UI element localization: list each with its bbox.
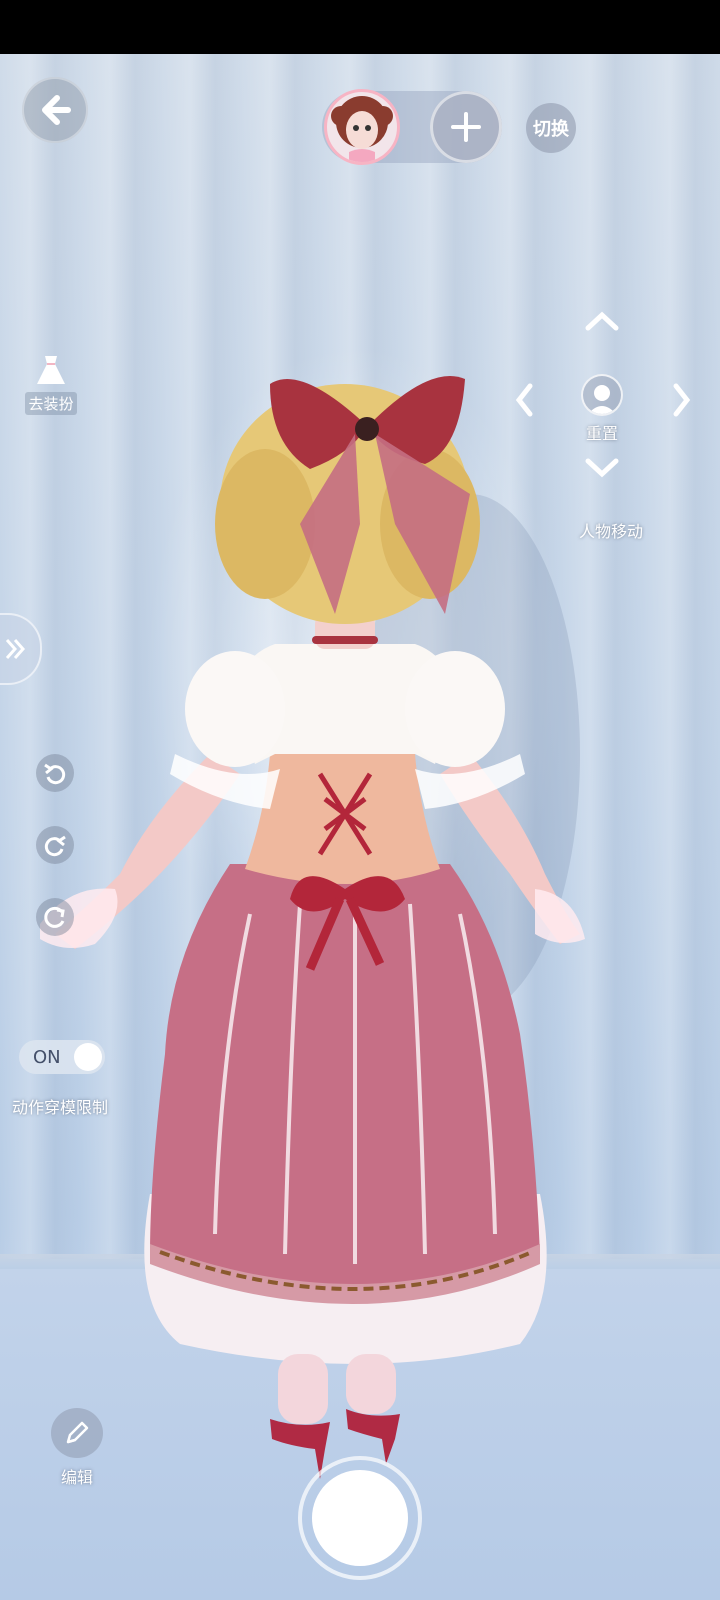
rotate-button[interactable]: [36, 898, 74, 936]
undo-button[interactable]: [36, 754, 74, 792]
dress-up-button[interactable]: 去装扮: [20, 352, 82, 422]
capture-button-inner: [312, 1470, 408, 1566]
character-model[interactable]: [0, 54, 720, 1600]
edit-circle: [51, 1408, 103, 1458]
redo-icon: [44, 835, 66, 857]
dress-icon: [37, 356, 65, 384]
status-bar: [0, 0, 720, 54]
toggle-knob: [74, 1043, 102, 1071]
edit-label: 编辑: [60, 1468, 93, 1487]
toggle-state: ON: [33, 1046, 61, 1068]
back-arrow-icon: [42, 95, 71, 125]
choker: [312, 636, 378, 644]
back-button[interactable]: [22, 77, 88, 143]
edit-button[interactable]: 编辑: [50, 1408, 104, 1488]
capture-button[interactable]: [298, 1456, 422, 1580]
left-puff-sleeve: [185, 651, 285, 767]
rotate-icon: [44, 906, 65, 928]
character-move-pad: 重置 人物移动: [510, 300, 710, 550]
scene-viewport[interactable]: 切换 去装扮 ON 动作穿模限制 重置 人物移动 编辑: [0, 54, 720, 1600]
person-icon: [588, 385, 616, 414]
add-character-button[interactable]: [430, 91, 502, 163]
undo-icon: [44, 763, 66, 785]
avatar[interactable]: [324, 89, 400, 165]
plus-icon: [451, 112, 481, 142]
character-move-label: 人物移动: [578, 522, 643, 541]
left-leg: [278, 1354, 328, 1424]
hair-bow-knot: [355, 417, 379, 441]
pencil-icon: [66, 1421, 89, 1444]
clipping-limit-toggle[interactable]: ON: [19, 1040, 105, 1074]
chevron-down-icon[interactable]: [580, 452, 624, 482]
skirt: [150, 864, 540, 1294]
right-leg: [346, 1354, 396, 1414]
chevron-right-icon[interactable]: [666, 378, 696, 422]
clipping-limit-label: 动作穿模限制: [12, 1098, 109, 1117]
double-chevron-right-icon: [5, 639, 26, 659]
chevron-up-icon[interactable]: [580, 306, 624, 336]
chevron-left-icon[interactable]: [510, 378, 540, 422]
reset-button[interactable]: [581, 374, 623, 416]
right-puff-sleeve: [405, 651, 505, 767]
reset-label: 重置: [585, 424, 618, 443]
dress-up-label: 去装扮: [25, 392, 77, 415]
switch-button[interactable]: 切换: [526, 103, 576, 153]
avatar-portrait: [331, 96, 393, 162]
redo-button[interactable]: [36, 826, 74, 864]
